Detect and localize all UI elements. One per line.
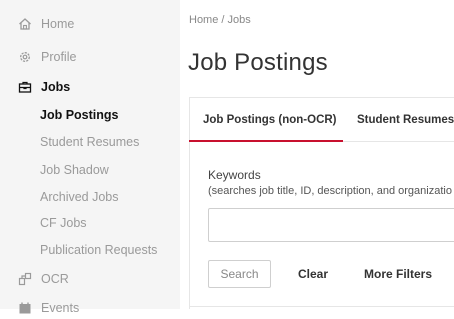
sidebar-item-ocr[interactable]: OCR: [18, 268, 69, 290]
sidebar-subitem-job-shadow[interactable]: Job Shadow: [40, 160, 109, 180]
sidebar-subitem-cf-jobs[interactable]: CF Jobs: [40, 213, 87, 233]
sidebar-subitem-job-postings[interactable]: Job Postings: [40, 105, 118, 125]
calendar-icon: [18, 301, 32, 315]
card-bottom-divider: [189, 306, 454, 307]
tab-student-resumes[interactable]: Student Resumes (: [357, 114, 454, 126]
sidebar-item-label: Jobs: [41, 80, 71, 94]
sidebar-subitem-archived-jobs[interactable]: Archived Jobs: [40, 187, 119, 207]
sidebar-item-profile[interactable]: Profile: [18, 46, 76, 68]
sidebar-item-events[interactable]: Events: [18, 297, 79, 319]
sidebar-item-label: Profile: [41, 50, 77, 64]
active-tab-indicator: [189, 140, 343, 142]
tab-job-postings-non-ocr[interactable]: Job Postings (non-OCR): [203, 114, 337, 126]
search-button[interactable]: Search: [208, 260, 271, 288]
more-filters-button[interactable]: More Filters: [364, 267, 432, 281]
gear-icon: [18, 50, 32, 64]
sidebar-item-label: Events: [41, 301, 80, 315]
sidebar-item-label: OCR: [41, 272, 69, 286]
breadcrumb: Home / Jobs: [189, 14, 251, 26]
sidebar-subitem-student-resumes[interactable]: Student Resumes: [40, 132, 139, 152]
home-icon: [18, 17, 32, 31]
sidebar-item-home[interactable]: Home: [18, 13, 74, 35]
keywords-hint: (searches job title, ID, description, an…: [208, 185, 452, 197]
clear-button[interactable]: Clear: [298, 267, 328, 281]
card-top-border: [189, 97, 454, 98]
page-title: Job Postings: [188, 49, 328, 76]
keywords-label: Keywords: [208, 168, 261, 182]
sidebar: Home Profile Jobs Job Postings Student R…: [0, 0, 180, 315]
sidebar-subitem-publication-requests[interactable]: Publication Requests: [40, 240, 157, 260]
sidebar-item-jobs[interactable]: Jobs: [18, 76, 70, 98]
briefcase-icon: [18, 80, 32, 94]
sidebar-item-label: Home: [41, 17, 75, 31]
ocr-icon: [18, 272, 32, 286]
keywords-input[interactable]: [208, 208, 454, 242]
